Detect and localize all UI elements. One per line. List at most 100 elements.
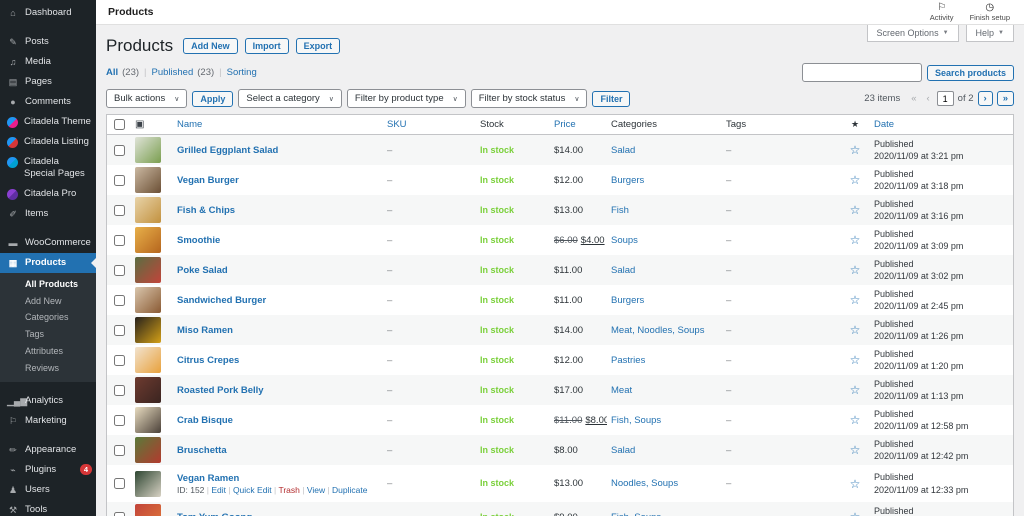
sidebar-item-tools[interactable]: ⚒Tools xyxy=(0,500,96,516)
category-link[interactable]: Fish xyxy=(611,205,629,216)
apply-button[interactable]: Apply xyxy=(192,91,233,107)
product-name-link[interactable]: Vegan Ramen xyxy=(177,473,379,484)
featured-star-icon[interactable]: ☆ xyxy=(850,233,861,247)
row-checkbox[interactable] xyxy=(114,175,125,186)
featured-star-icon[interactable]: ☆ xyxy=(850,173,861,187)
product-thumbnail[interactable] xyxy=(135,437,161,463)
bulk-actions-select[interactable]: Bulk actions ∨ xyxy=(106,89,187,108)
sidebar-item-dashboard[interactable]: ⌂Dashboard xyxy=(0,3,96,23)
sidebar-item-citadela-theme[interactable]: Citadela Theme xyxy=(0,112,96,132)
category-link[interactable]: Meat, Noodles, Soups xyxy=(611,325,704,336)
product-thumbnail[interactable] xyxy=(135,347,161,373)
row-checkbox[interactable] xyxy=(114,295,125,306)
row-checkbox[interactable] xyxy=(114,478,125,489)
featured-star-icon[interactable]: ☆ xyxy=(850,143,861,157)
row-checkbox[interactable] xyxy=(114,385,125,396)
product-thumbnail[interactable] xyxy=(135,227,161,253)
category-link[interactable]: Burgers xyxy=(611,175,644,186)
product-thumbnail[interactable] xyxy=(135,137,161,163)
product-thumbnail[interactable] xyxy=(135,167,161,193)
row-action-edit[interactable]: Edit xyxy=(211,485,226,495)
product-name-link[interactable]: Bruschetta xyxy=(177,445,379,456)
sidebar-item-plugins[interactable]: ⌁Plugins4 xyxy=(0,460,96,480)
product-name-link[interactable]: Tom Yum Goong xyxy=(177,512,379,516)
sidebar-item-citadela-special-pages[interactable]: Citadela Special Pages xyxy=(0,152,96,184)
select-all-checkbox[interactable] xyxy=(114,119,125,130)
row-action-duplicate[interactable]: Duplicate xyxy=(332,485,367,495)
activity-button[interactable]: ⚐ Activity xyxy=(930,2,954,22)
sidebar-item-products[interactable]: ▦Products xyxy=(0,253,96,273)
product-thumbnail[interactable] xyxy=(135,317,161,343)
filter-button[interactable]: Filter xyxy=(592,91,630,107)
sidebar-item-posts[interactable]: ✎Posts xyxy=(0,32,96,52)
product-thumbnail[interactable] xyxy=(135,407,161,433)
featured-star-icon[interactable]: ☆ xyxy=(850,263,861,277)
import-button[interactable]: Import xyxy=(245,38,289,54)
view-link-all[interactable]: All xyxy=(106,67,118,78)
featured-star-icon[interactable]: ☆ xyxy=(850,293,861,307)
product-name-link[interactable]: Poke Salad xyxy=(177,265,379,276)
view-link-sorting[interactable]: Sorting xyxy=(227,67,257,78)
breadcrumb[interactable]: Products xyxy=(96,6,154,18)
product-thumbnail[interactable] xyxy=(135,471,161,497)
row-action-quick-edit[interactable]: Quick Edit xyxy=(233,485,272,495)
category-select[interactable]: Select a category ∨ xyxy=(238,89,342,108)
column-header-price[interactable]: Price xyxy=(550,119,607,130)
row-checkbox[interactable] xyxy=(114,235,125,246)
category-link[interactable]: Pastries xyxy=(611,355,645,366)
product-name-link[interactable]: Grilled Eggplant Salad xyxy=(177,145,379,156)
add-new-button[interactable]: Add New xyxy=(183,38,238,54)
featured-star-icon[interactable]: ☆ xyxy=(850,203,861,217)
product-thumbnail[interactable] xyxy=(135,377,161,403)
product-thumbnail[interactable] xyxy=(135,197,161,223)
current-page-input[interactable] xyxy=(937,91,954,106)
product-thumbnail[interactable] xyxy=(135,257,161,283)
product-name-link[interactable]: Citrus Crepes xyxy=(177,355,379,366)
row-action-view[interactable]: View xyxy=(307,485,325,495)
next-page-button[interactable]: › xyxy=(978,91,993,106)
product-name-link[interactable]: Vegan Burger xyxy=(177,175,379,186)
help-button[interactable]: Help ▼ xyxy=(966,25,1014,42)
sidebar-item-media[interactable]: ♫Media xyxy=(0,52,96,72)
sidebar-subitem-add-new[interactable]: Add New xyxy=(0,293,96,310)
featured-star-icon[interactable]: ☆ xyxy=(850,413,861,427)
category-link[interactable]: Burgers xyxy=(611,295,644,306)
featured-star-icon[interactable]: ☆ xyxy=(850,353,861,367)
sidebar-item-analytics[interactable]: ▁▄▆Analytics xyxy=(0,391,96,411)
product-name-link[interactable]: Fish & Chips xyxy=(177,205,379,216)
row-checkbox[interactable] xyxy=(114,325,125,336)
row-checkbox[interactable] xyxy=(114,145,125,156)
featured-star-icon[interactable]: ☆ xyxy=(850,510,861,516)
sidebar-item-pages[interactable]: ▤Pages xyxy=(0,72,96,92)
product-name-link[interactable]: Miso Ramen xyxy=(177,325,379,336)
category-link[interactable]: Salad xyxy=(611,145,635,156)
category-link[interactable]: Fish, Soups xyxy=(611,415,661,426)
featured-star-icon[interactable]: ☆ xyxy=(850,323,861,337)
screen-options-button[interactable]: Screen Options ▼ xyxy=(867,25,959,42)
category-link[interactable]: Salad xyxy=(611,445,635,456)
product-name-link[interactable]: Crab Bisque xyxy=(177,415,379,426)
featured-star-icon[interactable]: ☆ xyxy=(850,477,861,491)
sidebar-subitem-categories[interactable]: Categories xyxy=(0,309,96,326)
sidebar-item-items[interactable]: ✐Items xyxy=(0,204,96,224)
last-page-button[interactable]: » xyxy=(997,91,1014,106)
featured-star-icon[interactable]: ☆ xyxy=(850,443,861,457)
column-header-sku[interactable]: SKU xyxy=(383,119,476,130)
row-checkbox[interactable] xyxy=(114,415,125,426)
row-checkbox[interactable] xyxy=(114,265,125,276)
finish-setup-button[interactable]: ◷ Finish setup xyxy=(970,2,1010,22)
product-type-select[interactable]: Filter by product type ∨ xyxy=(347,89,466,108)
stock-status-select[interactable]: Filter by stock status ∨ xyxy=(471,89,588,108)
category-link[interactable]: Soups xyxy=(611,235,638,246)
sidebar-subitem-all-products[interactable]: All Products xyxy=(0,276,96,293)
category-link[interactable]: Fish, Soups xyxy=(611,512,661,516)
row-checkbox[interactable] xyxy=(114,445,125,456)
category-link[interactable]: Salad xyxy=(611,265,635,276)
product-name-link[interactable]: Sandwiched Burger xyxy=(177,295,379,306)
sidebar-item-comments[interactable]: ●Comments xyxy=(0,92,96,112)
row-action-trash[interactable]: Trash xyxy=(278,485,299,495)
product-thumbnail[interactable] xyxy=(135,504,161,516)
sidebar-item-woocommerce[interactable]: ▬WooCommerce xyxy=(0,233,96,253)
column-header-name[interactable]: Name xyxy=(173,119,383,130)
category-link[interactable]: Meat xyxy=(611,385,632,396)
